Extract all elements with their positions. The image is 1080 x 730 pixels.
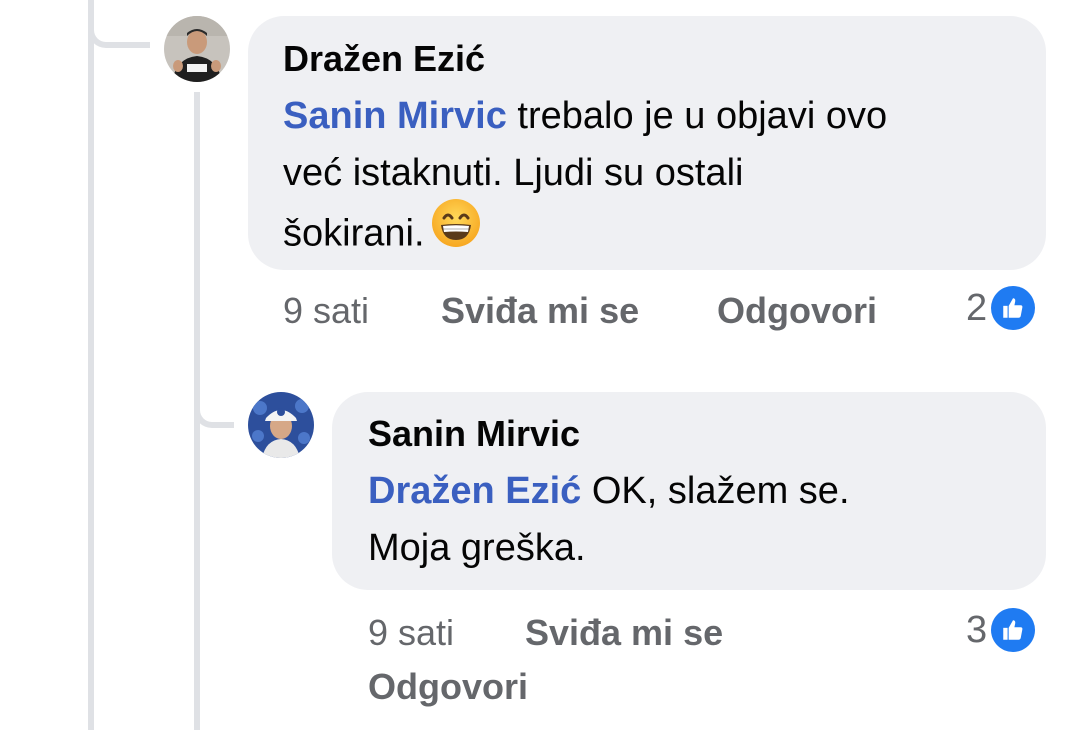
grinning-face-icon xyxy=(431,198,481,265)
reply-reactions[interactable]: 3 xyxy=(966,608,1036,652)
thumbs-up-icon xyxy=(991,608,1036,652)
reply-time[interactable]: 9 sati xyxy=(368,612,454,654)
comment-mention[interactable]: Sanin Mirvic xyxy=(283,95,507,137)
comment-text-line1: trebalo je u objavi ovo xyxy=(506,95,888,137)
reply-author[interactable]: Sanin Mirvic xyxy=(368,413,580,455)
reply-reply-button[interactable]: Odgovori xyxy=(368,666,528,708)
avatar[interactable] xyxy=(164,16,230,82)
reply-connector xyxy=(194,380,234,428)
comment-like-button[interactable]: Sviđa mi se xyxy=(441,290,639,332)
comment-time[interactable]: 9 sati xyxy=(283,290,369,332)
comment-author[interactable]: Dražen Ezić xyxy=(283,38,485,80)
comment-reactions[interactable]: 2 xyxy=(966,286,1036,330)
comment-text-line3: šokirani. xyxy=(283,212,425,255)
avatar[interactable] xyxy=(248,392,314,458)
outer-thread-line xyxy=(88,0,94,730)
thumbs-up-icon xyxy=(991,286,1036,330)
reply-mention[interactable]: Dražen Ezić xyxy=(368,470,581,512)
comment-connector xyxy=(88,0,150,48)
comment-text: Sanin Mirvic trebalo je u objavi ovo već… xyxy=(283,88,1023,269)
reply-text: Dražen Ezić OK, slažem se. Moja greška. xyxy=(368,463,1028,577)
reply-like-button[interactable]: Sviđa mi se xyxy=(525,612,723,654)
reply-text-line2: Moja greška. xyxy=(368,527,586,569)
comment-reaction-count: 2 xyxy=(966,286,988,329)
comment-text-line2: već istaknuti. Ljudi su ostali xyxy=(283,152,744,194)
reply-reaction-count: 3 xyxy=(966,608,988,651)
reply-text-line1: OK, slažem se. xyxy=(581,470,850,512)
comment-reply-button[interactable]: Odgovori xyxy=(717,290,877,332)
